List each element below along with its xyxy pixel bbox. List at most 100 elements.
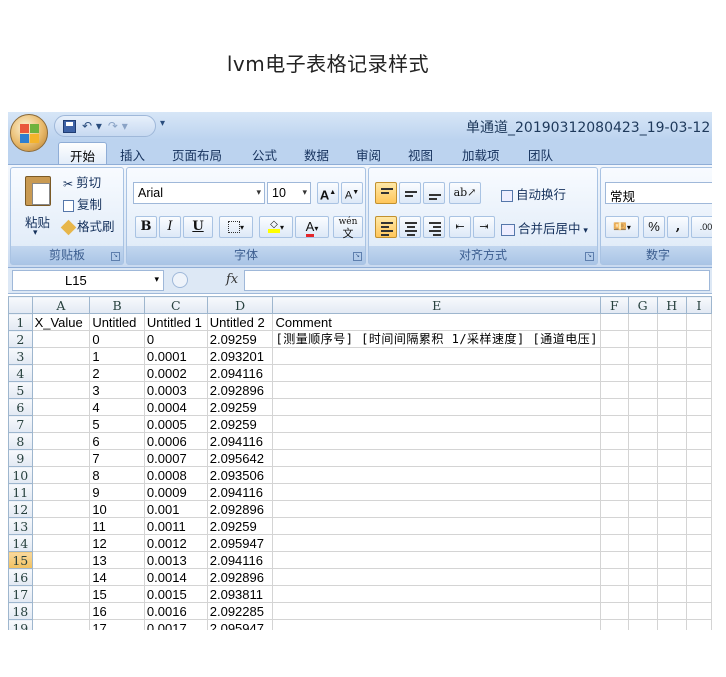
cell[interactable] <box>599 364 629 382</box>
cell[interactable]: X_Value <box>31 313 91 331</box>
customize-qat-icon[interactable]: ▾ <box>160 118 165 129</box>
cell[interactable]: 2.092896 <box>206 500 274 518</box>
cell[interactable] <box>272 534 601 552</box>
phonetic-button[interactable]: wén 文 <box>333 216 363 239</box>
cell[interactable] <box>656 585 687 603</box>
save-icon[interactable] <box>63 119 76 133</box>
cell[interactable] <box>656 415 687 433</box>
cell[interactable] <box>272 483 601 501</box>
cell[interactable]: 1 <box>89 347 145 365</box>
column-header[interactable]: E <box>272 296 601 314</box>
increase-decimal-button[interactable]: .00 <box>691 216 712 238</box>
cell[interactable] <box>656 534 687 552</box>
cell[interactable] <box>627 364 658 382</box>
cell[interactable] <box>656 500 687 518</box>
cell[interactable]: 2.095642 <box>206 449 274 467</box>
cell[interactable] <box>272 551 601 569</box>
shrink-font-button[interactable]: A▼ <box>341 182 363 204</box>
cell[interactable] <box>31 517 91 535</box>
cell[interactable]: 2 <box>89 364 145 382</box>
cell[interactable]: 2.094116 <box>206 432 274 450</box>
cell[interactable] <box>656 602 687 620</box>
row-header[interactable]: 1 <box>8 313 33 331</box>
cell[interactable] <box>272 500 601 518</box>
office-button[interactable] <box>10 114 48 152</box>
italic-button[interactable]: I <box>159 216 181 238</box>
cell[interactable]: 2.092285 <box>206 602 274 620</box>
cell[interactable] <box>599 500 629 518</box>
cell[interactable] <box>685 585 712 603</box>
cell[interactable] <box>685 534 712 552</box>
cell[interactable] <box>627 415 658 433</box>
cell[interactable] <box>685 568 712 586</box>
cell[interactable] <box>656 449 687 467</box>
cell[interactable] <box>656 466 687 484</box>
cell[interactable] <box>627 432 658 450</box>
cell[interactable] <box>272 364 601 382</box>
column-header[interactable]: B <box>89 296 145 314</box>
font-name-select[interactable]: Arial ▾ <box>133 182 265 204</box>
cell[interactable] <box>656 432 687 450</box>
cell[interactable] <box>272 619 601 630</box>
formula-input[interactable] <box>244 270 710 291</box>
grow-font-button[interactable]: A▲ <box>317 182 339 204</box>
cell[interactable] <box>272 381 601 399</box>
cell[interactable]: 2.095947 <box>206 534 274 552</box>
cell[interactable] <box>656 619 687 630</box>
cell[interactable]: 16 <box>89 602 145 620</box>
row-header[interactable]: 14 <box>8 534 33 552</box>
cell[interactable] <box>599 415 629 433</box>
cell[interactable]: [测量顺序号] [时间间隔累积 1/采样速度] [通道电压] <box>272 330 601 348</box>
column-header[interactable]: I <box>685 296 712 314</box>
cell[interactable] <box>627 398 658 416</box>
font-size-select[interactable]: 10 ▾ <box>267 182 311 204</box>
cell[interactable]: 3 <box>89 381 145 399</box>
cell[interactable] <box>272 585 601 603</box>
cell[interactable] <box>272 568 601 586</box>
row-header[interactable]: 2 <box>8 330 33 348</box>
tab-0[interactable]: 开始 <box>58 142 108 164</box>
cell[interactable]: 0.001 <box>143 500 208 518</box>
cell[interactable]: 0.0006 <box>143 432 208 450</box>
comma-button[interactable]: , <box>667 216 689 238</box>
cell[interactable] <box>31 415 91 433</box>
cell[interactable] <box>599 568 629 586</box>
cell[interactable] <box>599 381 629 399</box>
row-header[interactable]: 9 <box>8 449 33 467</box>
cell[interactable] <box>656 313 687 331</box>
cell[interactable]: 2.094116 <box>206 551 274 569</box>
decrease-indent-button[interactable]: ⇤ <box>449 216 471 238</box>
cell[interactable] <box>685 500 712 518</box>
select-all-corner[interactable] <box>8 296 33 314</box>
cell[interactable] <box>656 398 687 416</box>
cell[interactable]: 0.0011 <box>143 517 208 535</box>
cell[interactable] <box>31 619 91 630</box>
row-header[interactable]: 4 <box>8 364 33 382</box>
cell[interactable]: 0.0004 <box>143 398 208 416</box>
cell[interactable]: 12 <box>89 534 145 552</box>
align-top-button[interactable] <box>375 182 397 204</box>
insert-function-button[interactable]: fx <box>226 272 238 287</box>
tab-6[interactable]: 视图 <box>404 142 437 164</box>
cell[interactable]: 13 <box>89 551 145 569</box>
paste-dropdown-icon[interactable]: ▾ <box>33 228 38 238</box>
tab-1[interactable]: 插入 <box>116 142 149 164</box>
cell[interactable]: 0.0003 <box>143 381 208 399</box>
cell[interactable]: 6 <box>89 432 145 450</box>
cell[interactable] <box>656 381 687 399</box>
cell[interactable]: 17 <box>89 619 145 630</box>
cell[interactable] <box>627 347 658 365</box>
cell[interactable]: Untitled 1 <box>143 313 208 331</box>
cell[interactable]: 0.0015 <box>143 585 208 603</box>
cell[interactable] <box>272 415 601 433</box>
cell[interactable]: 0.0001 <box>143 347 208 365</box>
cell[interactable]: 0.0007 <box>143 449 208 467</box>
cell[interactable] <box>599 398 629 416</box>
cell[interactable] <box>31 466 91 484</box>
cell[interactable] <box>685 415 712 433</box>
undo-icon[interactable]: ↶ ▾ <box>82 119 102 133</box>
cell[interactable]: Untitled <box>89 313 145 331</box>
cell[interactable] <box>599 313 629 331</box>
cell[interactable] <box>599 585 629 603</box>
cell[interactable] <box>599 449 629 467</box>
